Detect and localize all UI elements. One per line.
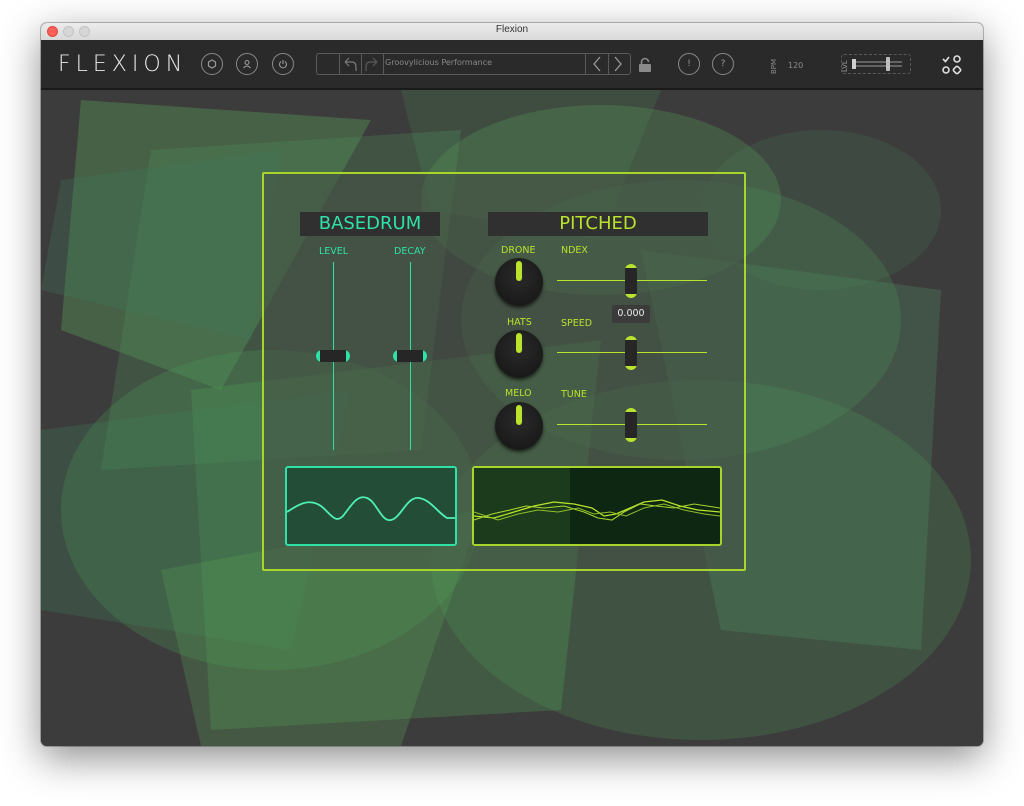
lock-button[interactable] [637, 57, 653, 77]
ndex-value-tooltip: 0.000 [612, 305, 650, 323]
app-logo: FLEXION [58, 52, 188, 77]
hats-knob[interactable] [495, 330, 543, 378]
level-meter[interactable] [841, 54, 911, 74]
melo-knob[interactable] [495, 402, 543, 450]
view-toggle-button[interactable] [941, 54, 963, 80]
app-window: Flexion FLEXION Groovylicious Performanc… [41, 23, 983, 746]
undo-button[interactable] [339, 54, 362, 74]
info-button[interactable]: ! [678, 53, 700, 75]
top-toolbar: FLEXION Groovylicious Performance ! ? BP… [41, 40, 983, 90]
level-slider-label: LEVEL [319, 246, 349, 257]
chevron-left-icon [593, 56, 601, 72]
speed-slider-handle[interactable] [625, 336, 637, 370]
preset-name[interactable]: Groovylicious Performance [385, 58, 492, 67]
lock-icon [639, 57, 651, 72]
pitched-header: PITCHED [488, 212, 708, 236]
undo-icon [344, 57, 357, 71]
ndex-slider-handle[interactable] [625, 264, 637, 298]
bpm-label: BPM [770, 58, 778, 74]
drone-knob-indicator [516, 261, 522, 281]
bpm-value[interactable]: 120 [788, 61, 803, 70]
redo-button[interactable] [361, 54, 384, 74]
title-bar: Flexion [41, 23, 983, 41]
basedrum-waveform [286, 496, 455, 521]
basedrum-waveform-display [285, 466, 457, 546]
tune-slider-handle[interactable] [625, 408, 637, 442]
hats-knob-label: HATS [507, 317, 532, 328]
ndex-slider-label: NDEX [561, 245, 588, 256]
next-preset-button[interactable] [607, 54, 629, 74]
user-button[interactable] [236, 53, 258, 75]
pitched-waveform [473, 468, 721, 544]
sound-panel: BASEDRUM PITCHED LEVEL DECAY DRONE HATS … [262, 172, 746, 571]
main-content: BASEDRUM PITCHED LEVEL DECAY DRONE HATS … [41, 90, 983, 746]
hats-knob-indicator [516, 333, 522, 353]
power-button[interactable] [272, 53, 294, 75]
power-icon [278, 60, 288, 69]
decay-slider-label: DECAY [394, 246, 426, 257]
drone-knob[interactable] [495, 258, 543, 306]
melo-knob-indicator [516, 405, 522, 425]
view-grid-icon [942, 55, 962, 75]
decay-slider-handle[interactable] [393, 350, 427, 362]
redo-icon [365, 57, 378, 71]
preset-menu-button[interactable] [317, 54, 340, 74]
previous-preset-button[interactable] [585, 54, 609, 74]
tune-slider-label: TUNE [561, 389, 587, 400]
pitched-waveform-display [472, 466, 722, 546]
settings-button[interactable] [201, 53, 223, 75]
user-icon [243, 59, 251, 69]
preset-bar: Groovylicious Performance [316, 53, 631, 75]
chevron-right-icon [614, 56, 622, 72]
help-button[interactable]: ? [712, 53, 734, 75]
level-slider-handle[interactable] [316, 350, 350, 362]
speed-slider-label: SPEED [561, 318, 593, 329]
basedrum-header: BASEDRUM [300, 212, 440, 236]
melo-knob-label: MELO [505, 388, 532, 399]
settings-icon [207, 59, 217, 69]
drone-knob-label: DRONE [501, 245, 536, 256]
window-title: Flexion [495, 24, 529, 35]
level-slider-graphic [852, 57, 902, 71]
